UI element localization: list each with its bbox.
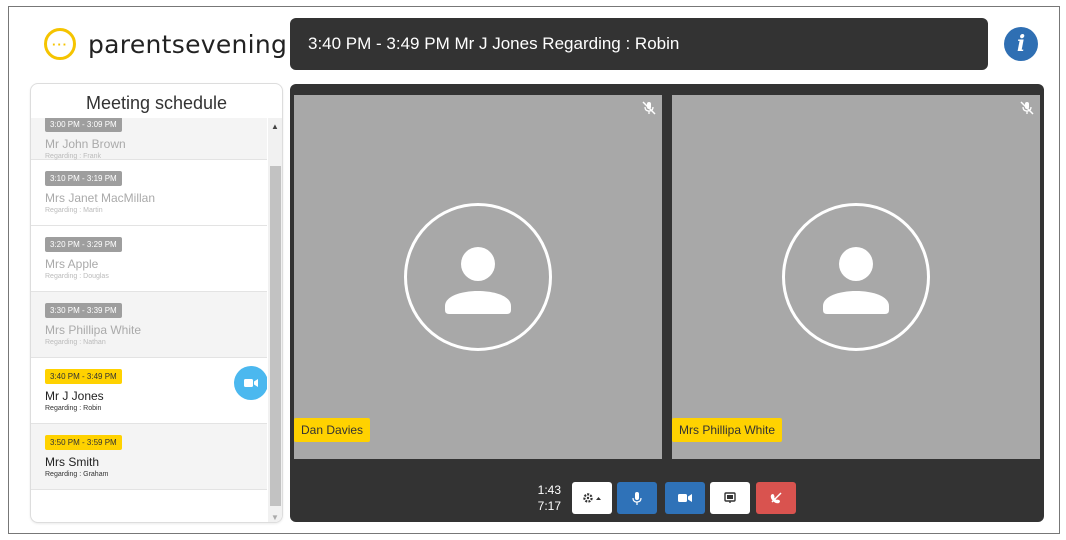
video-tile: Dan Davies [294,95,662,459]
regarding-text: Regarding : Douglas [45,273,109,280]
meeting-title: 3:40 PM - 3:49 PM Mr J Jones Regarding :… [308,34,680,53]
scroll-thumb[interactable] [270,166,281,506]
video-camera-icon [244,379,258,387]
video-area: Dan Davies Mrs Phillipa White 1:43 7:17 [290,84,1044,522]
time-badge: 3:20 PM - 3:29 PM [45,237,122,252]
meeting-schedule-panel: Meeting schedule 3:00 PM - 3:09 PM Mr Jo… [30,83,283,523]
avatar [404,203,552,351]
scroll-up-icon[interactable]: ▲ [271,122,279,131]
meeting-header: 3:40 PM - 3:49 PM Mr J Jones Regarding :… [290,18,988,70]
schedule-item[interactable]: 3:50 PM - 3:59 PM Mrs Smith Regarding : … [31,424,267,490]
meeting-timer: 1:43 7:17 [534,482,561,514]
participant-name-tag: Mrs Phillipa White [672,418,783,442]
avatar [782,203,930,351]
muted-mic-icon [642,101,656,115]
regarding-text: Regarding : Frank [45,153,102,160]
time-badge: 3:00 PM - 3:09 PM [45,118,122,132]
video-tile: Mrs Phillipa White [672,95,1040,459]
participant-name-tag: Dan Davies [294,418,371,442]
screen-share-button[interactable] [710,482,750,514]
settings-button[interactable] [572,482,612,514]
scroll-down-icon[interactable]: ▼ [271,513,279,522]
teacher-name: Mrs Apple [45,257,99,271]
user-placeholder-icon [445,247,511,314]
time-badge: 3:30 PM - 3:39 PM [45,303,122,318]
schedule-item[interactable]: 3:10 PM - 3:19 PM Mrs Janet MacMillan Re… [31,160,267,226]
info-button[interactable]: i [1004,27,1038,61]
regarding-text: Regarding : Graham [45,471,109,478]
hang-up-button[interactable] [756,482,796,514]
logo: ··· parentsevening [44,28,287,60]
time-badge: 3:50 PM - 3:59 PM [45,435,122,450]
schedule-item[interactable]: 3:30 PM - 3:39 PM Mrs Phillipa White Reg… [31,292,267,358]
teacher-name: Mrs Phillipa White [45,323,142,337]
logo-text: parentsevening [88,29,288,59]
camera-button[interactable] [665,482,705,514]
schedule-item-current[interactable]: 3:40 PM - 3:49 PM Mr J Jones Regarding :… [31,358,267,424]
teacher-name: Mr J Jones [45,389,104,403]
video-camera-icon [678,494,692,502]
hang-up-icon [770,492,782,504]
muted-mic-icon [1020,101,1034,115]
join-video-button[interactable] [234,366,267,400]
info-icon: i [1016,31,1026,57]
schedule-item[interactable]: 3:00 PM - 3:09 PM Mr John Brown Regardin… [31,118,267,160]
elapsed-time: 1:43 [537,483,561,497]
microphone-button[interactable] [617,482,657,514]
schedule-scrollbar[interactable]: ▲ ▼ [268,118,282,522]
microphone-icon [632,491,642,505]
teacher-name: Mrs Smith [45,455,99,469]
regarding-text: Regarding : Martin [45,207,103,214]
remaining-time: 7:17 [537,499,561,513]
screen-share-icon [724,492,736,503]
schedule-item[interactable]: 3:20 PM - 3:29 PM Mrs Apple Regarding : … [31,226,267,292]
user-placeholder-icon [823,247,889,314]
teacher-name: Mrs Janet MacMillan [45,191,156,205]
gear-icon [583,493,601,503]
time-badge: 3:10 PM - 3:19 PM [45,171,122,186]
logo-icon: ··· [44,28,76,60]
teacher-name: Mr John Brown [45,137,126,151]
regarding-text: Regarding : Robin [45,405,102,412]
regarding-text: Regarding : Nathan [45,339,106,346]
schedule-list: 3:00 PM - 3:09 PM Mr John Brown Regardin… [31,118,267,522]
time-badge: 3:40 PM - 3:49 PM [45,369,122,384]
schedule-title: Meeting schedule [85,93,228,113]
